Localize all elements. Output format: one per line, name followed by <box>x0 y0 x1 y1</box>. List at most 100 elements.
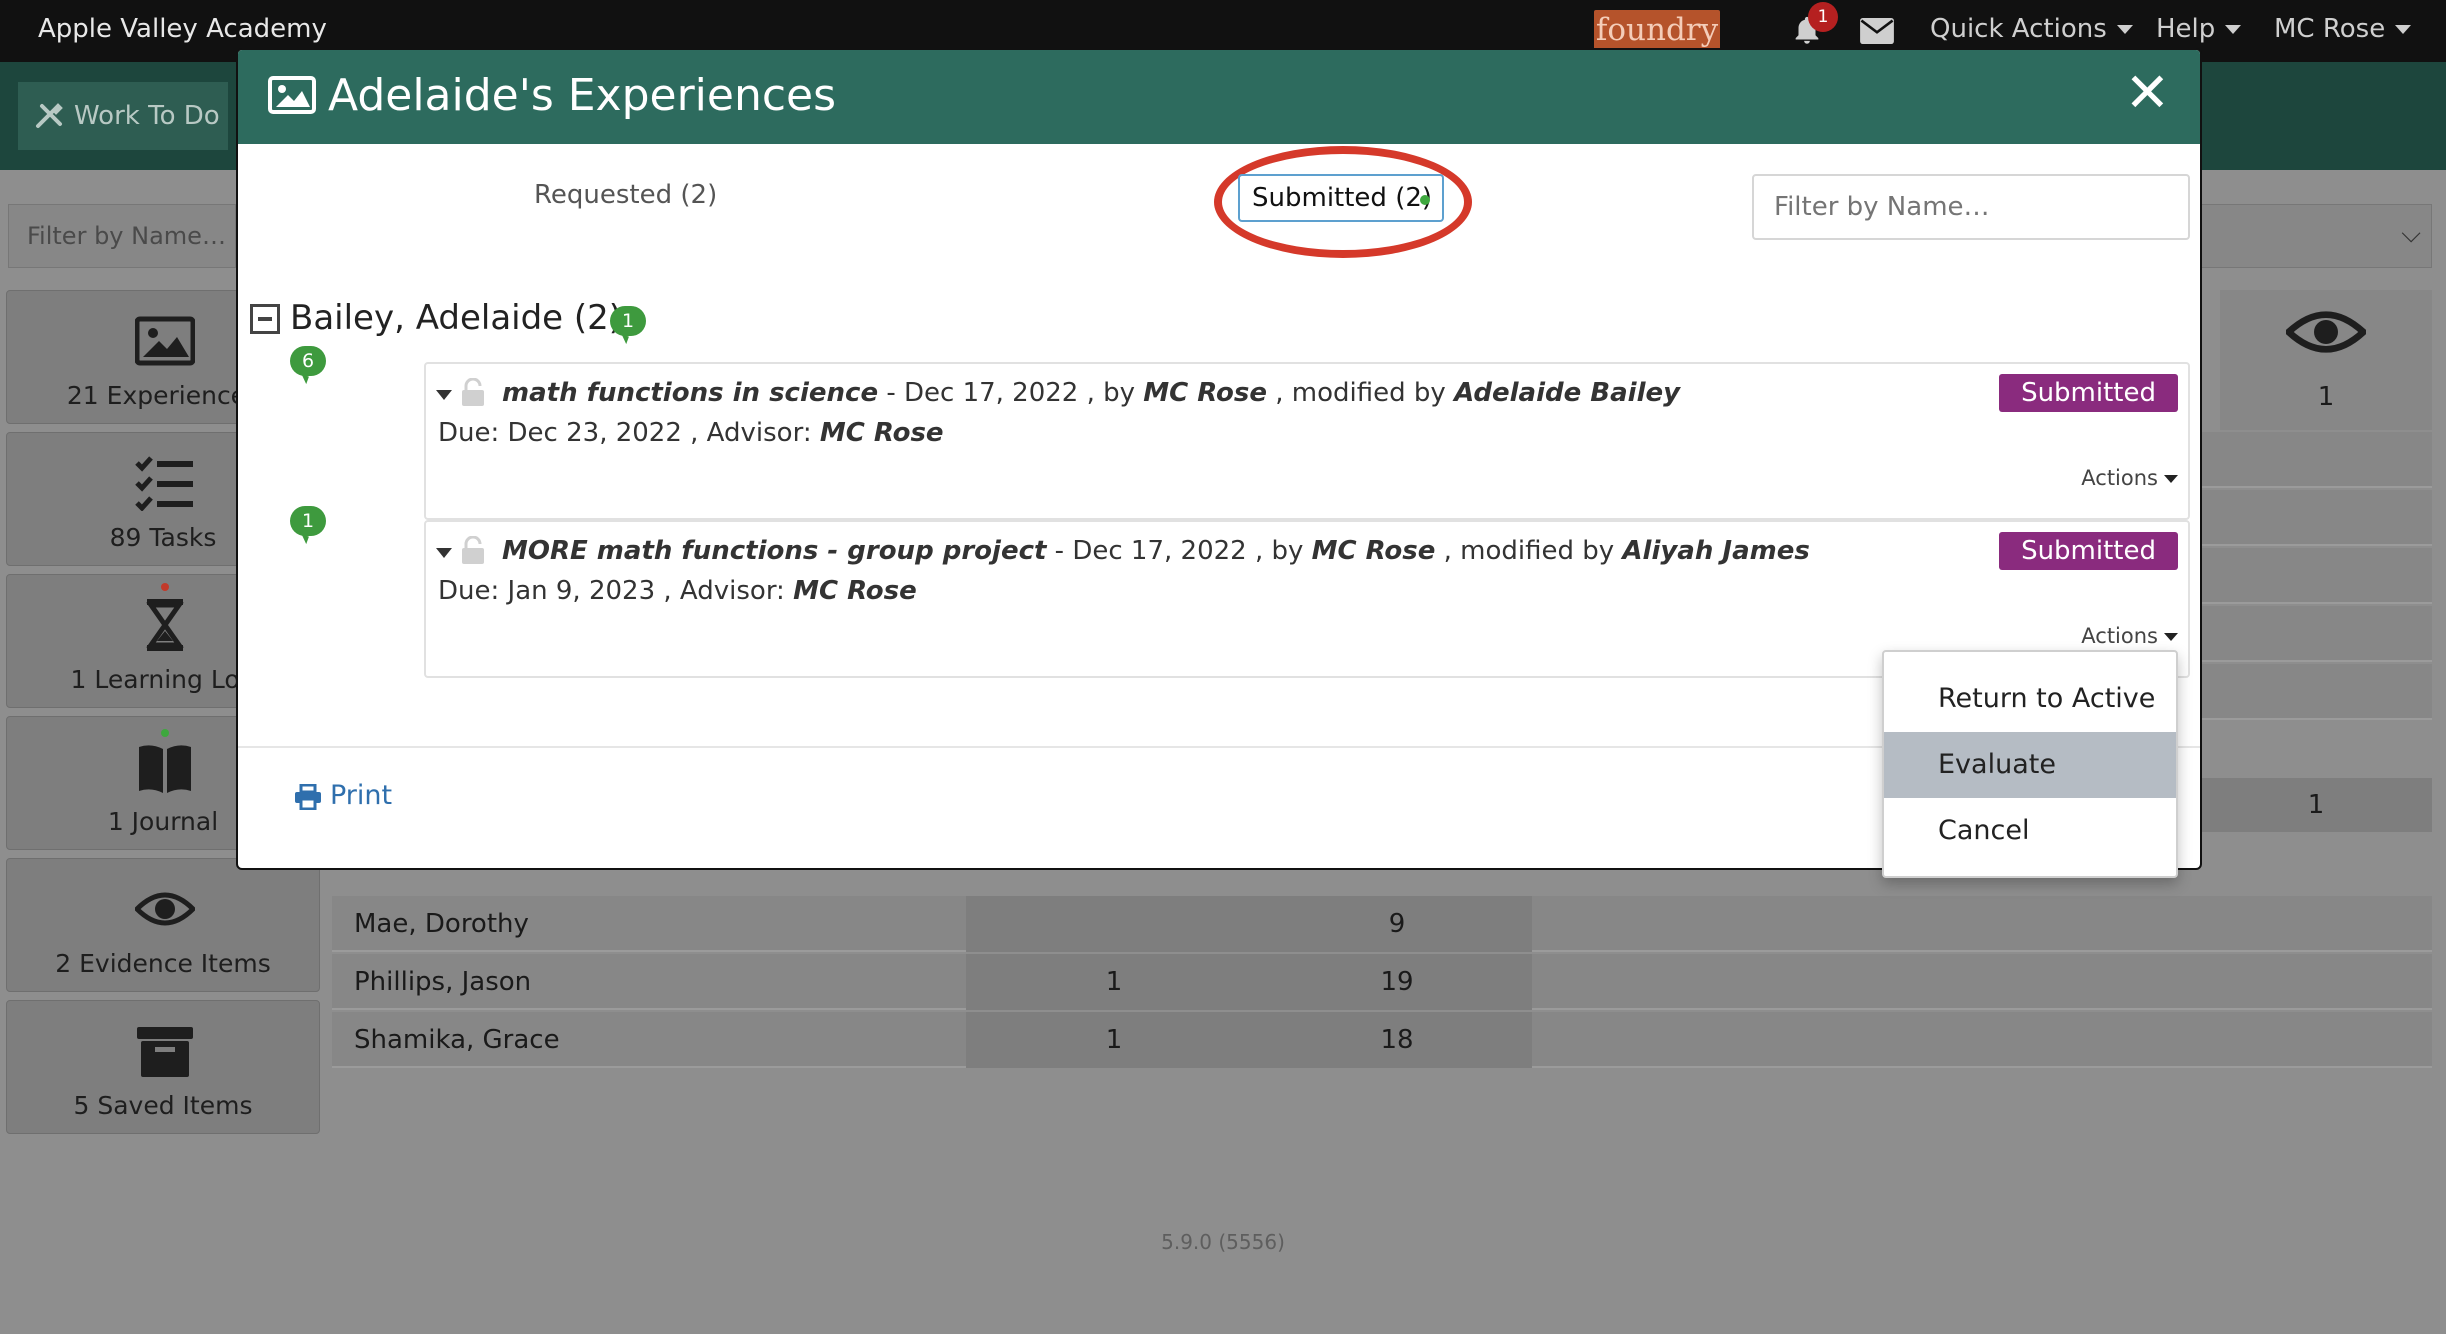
hourglass-icon <box>146 599 184 651</box>
student-name: Mae, Dorothy <box>354 909 529 939</box>
experience-title[interactable]: MORE math functions - group project <box>502 536 1046 566</box>
archive-box-icon <box>137 1027 193 1077</box>
background-select[interactable]: ⌵ <box>2200 204 2432 268</box>
user-label: MC Rose <box>2274 14 2386 44</box>
actions-dropdown[interactable]: Actions <box>2081 624 2178 648</box>
modifier-name: Adelaide Bailey <box>1454 378 1681 408</box>
caret-down-icon[interactable] <box>436 548 452 558</box>
student-group-name[interactable]: Bailey, Adelaide (2) <box>290 298 622 338</box>
close-icon[interactable]: ✕ <box>2125 66 2170 120</box>
caret-down-icon <box>2164 633 2178 641</box>
menu-item-cancel[interactable]: Cancel <box>1884 798 2176 864</box>
app-version: 5.9.0 (5556) <box>1161 1230 1285 1254</box>
help-menu[interactable]: Help <box>2156 14 2242 44</box>
modified-label: , modified by <box>1435 536 1623 566</box>
created-date: - Dec 17, 2022 , by <box>878 378 1144 408</box>
image-icon <box>268 76 316 114</box>
tab-submitted-label: Submitted (2) <box>1252 183 1433 213</box>
table-row[interactable]: Mae, Dorothy 9 <box>332 896 2432 952</box>
work-to-do-label: Work To Do <box>74 101 220 131</box>
advisor-label: , Advisor: <box>681 418 820 448</box>
author-name: MC Rose <box>1143 378 1267 408</box>
school-name[interactable]: Apple Valley Academy <box>38 14 327 44</box>
eye-icon <box>135 892 195 926</box>
status-dot <box>161 729 169 737</box>
comment-count-badge[interactable]: 6 <box>290 346 326 376</box>
book-icon <box>139 745 191 793</box>
modal-title: Adelaide's Experiences <box>328 70 837 121</box>
background-row <box>2200 664 2432 720</box>
user-menu[interactable]: MC Rose <box>2274 14 2412 44</box>
modal-header: Adelaide's Experiences ✕ <box>238 50 2200 144</box>
actions-dropdown-menu: Return to Active Evaluate Cancel <box>1882 650 2178 878</box>
tile-label: 5 Saved Items <box>73 1091 253 1120</box>
comment-count-badge: 1 <box>610 306 646 336</box>
tile-saved-items[interactable]: 5 Saved Items <box>6 1000 320 1134</box>
print-label: Print <box>330 780 393 811</box>
background-row <box>2200 606 2432 662</box>
table-cell: 18 <box>1262 1012 1532 1068</box>
student-name: Shamika, Grace <box>354 1025 560 1055</box>
created-date: - Dec 17, 2022 , by <box>1046 536 1312 566</box>
count-value: 1 <box>2200 778 2432 832</box>
advisor-name: MC Rose <box>793 576 917 606</box>
status-dot <box>1420 195 1430 205</box>
table-row[interactable]: Phillips, Jason 1 19 <box>332 954 2432 1010</box>
advisor-name: MC Rose <box>819 418 944 448</box>
tools-icon <box>36 103 63 128</box>
due-date: Jan 9, 2023 <box>507 576 656 606</box>
actions-dropdown[interactable]: Actions <box>2081 466 2178 490</box>
due-label: Due: <box>438 418 508 448</box>
table-row[interactable]: Shamika, Grace 1 18 <box>332 1012 2432 1068</box>
printer-icon <box>295 784 321 810</box>
count-value: 1 <box>2317 382 2335 412</box>
quick-actions-label: Quick Actions <box>1930 14 2107 44</box>
author-name: MC Rose <box>1311 536 1436 566</box>
tab-submitted[interactable]: Submitted (2) <box>1238 174 1444 222</box>
table-cell: 9 <box>1262 896 1532 952</box>
tab-requested[interactable]: Requested (2) <box>534 180 717 210</box>
mail-icon[interactable] <box>1860 18 1894 44</box>
task-list-icon <box>135 456 193 511</box>
table-cell: 1 <box>966 1012 1262 1068</box>
table-cell <box>966 896 1262 952</box>
due-label: Due: <box>438 576 508 606</box>
experience-title-line: math functions in science - Dec 17, 2022… <box>502 378 1680 408</box>
chevron-down-icon <box>2116 25 2133 34</box>
background-evidence-column-header: 1 <box>2220 290 2432 430</box>
experience-title[interactable]: math functions in science <box>502 378 878 408</box>
unlock-icon <box>462 378 484 406</box>
print-button[interactable]: Print <box>294 780 392 811</box>
image-icon <box>135 316 195 366</box>
actions-label: Actions <box>2081 466 2158 490</box>
student-name: Phillips, Jason <box>354 967 532 997</box>
advisor-label: , Advisor: <box>655 576 794 606</box>
caret-down-icon[interactable] <box>436 390 452 400</box>
background-filter-input[interactable]: Filter by Name… <box>8 204 236 268</box>
table-cell: 1 <box>966 954 1262 1010</box>
menu-item-return-to-active[interactable]: Return to Active <box>1884 666 2176 732</box>
caret-down-icon <box>2164 475 2178 483</box>
collapse-icon[interactable] <box>250 304 280 334</box>
experience-title-line: MORE math functions - group project - De… <box>502 536 1810 566</box>
status-badge: Submitted <box>1999 374 2178 412</box>
filter-by-name-input[interactable] <box>1752 174 2190 240</box>
menu-item-evaluate[interactable]: Evaluate <box>1884 732 2176 798</box>
background-row <box>2200 490 2432 546</box>
background-row <box>2200 432 2432 488</box>
foundry-logo[interactable]: foundry <box>1594 10 1720 50</box>
tile-label: 2 Evidence Items <box>55 949 271 978</box>
notification-badge: 1 <box>1808 2 1838 32</box>
background-row <box>2200 548 2432 604</box>
chevron-down-icon: ⌵ <box>2401 219 2421 249</box>
modified-label: , modified by <box>1267 378 1455 408</box>
chevron-down-icon <box>2225 25 2242 34</box>
status-dot <box>161 583 169 591</box>
help-label: Help <box>2156 14 2216 44</box>
work-to-do-tab[interactable]: Work To Do <box>18 82 228 150</box>
comment-count-badge[interactable]: 1 <box>290 506 326 536</box>
quick-actions-menu[interactable]: Quick Actions <box>1930 14 2133 44</box>
experience-card[interactable]: math functions in science - Dec 17, 2022… <box>424 362 2190 520</box>
unlock-icon <box>462 536 484 564</box>
tile-evidence[interactable]: 2 Evidence Items <box>6 858 320 992</box>
